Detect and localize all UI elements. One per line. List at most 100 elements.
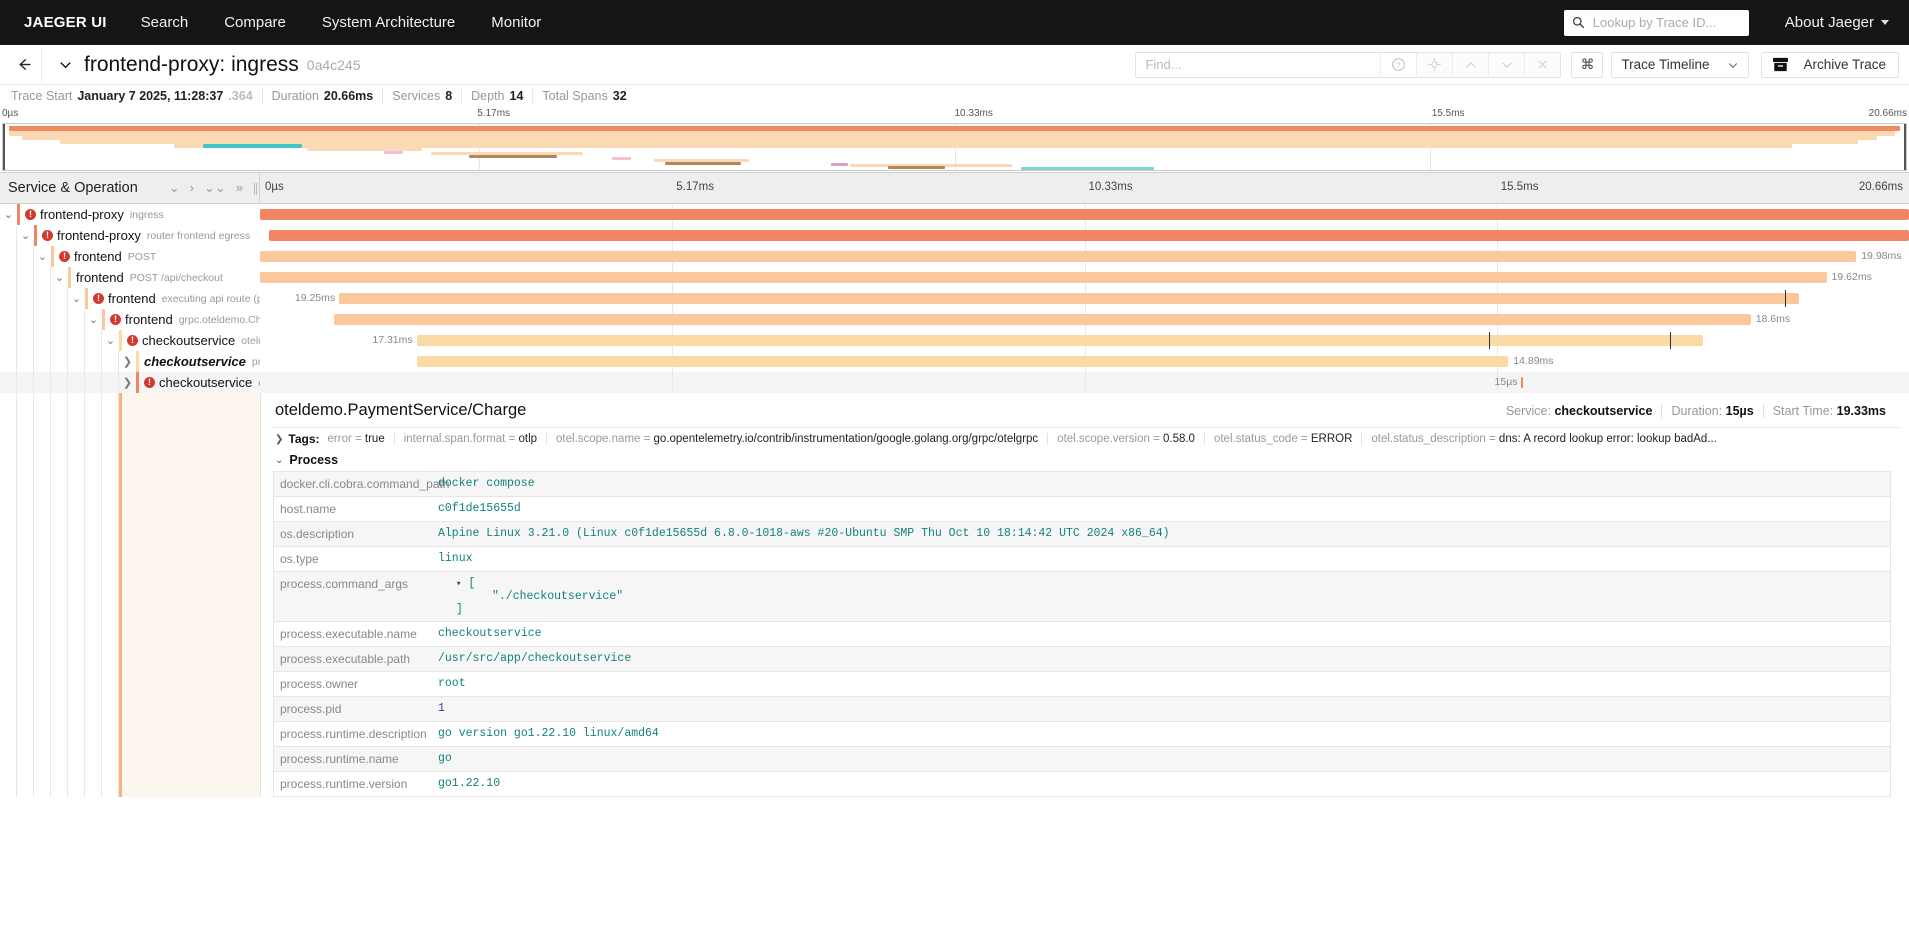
- span-row-timeline[interactable]: 17.31ms: [260, 330, 1909, 351]
- span-tags-row[interactable]: ❯ Tags: error = true internal.span.format…: [273, 428, 1899, 450]
- archive-trace-button[interactable]: Archive Trace: [1761, 51, 1899, 78]
- chevron-down-icon[interactable]: ⌄: [51, 271, 68, 284]
- error-icon: !: [127, 335, 138, 346]
- minimap-tick-label: 5.17ms: [477, 108, 511, 119]
- expand-collapse-controls: ⌄ › ⌄⌄ »: [169, 180, 259, 196]
- span-duration-bar[interactable]: [269, 230, 1909, 241]
- arrow-left-icon: [19, 58, 31, 71]
- span-tag-value: 0.58.0: [1162, 433, 1195, 445]
- span-tag: internal.span.format = otlp: [393, 433, 547, 445]
- chevron-down-icon: [59, 62, 71, 69]
- chevron-right-icon[interactable]: ❯: [119, 376, 136, 389]
- span-row-label[interactable]: ⌄! frontend-proxy router frontend egress: [0, 225, 260, 246]
- find-help-button[interactable]: ?: [1380, 52, 1417, 77]
- span-duration-bar[interactable]: [260, 251, 1857, 262]
- minimap-drag-handle-left[interactable]: [3, 124, 5, 170]
- chevron-right-icon[interactable]: ❯: [119, 355, 136, 368]
- span-row-timeline[interactable]: [260, 204, 1909, 225]
- span-duration-bar[interactable]: [416, 335, 1703, 346]
- chevron-right-icon[interactable]: ›: [190, 180, 194, 196]
- nav-link-compare[interactable]: Compare: [206, 14, 304, 31]
- span-tags-label: Tags:: [288, 432, 320, 446]
- chevron-down-icon[interactable]: ⌄: [169, 180, 180, 196]
- chevron-down-icon[interactable]: ⌄: [0, 208, 17, 221]
- trace-minimap[interactable]: 0µs 5.17ms 10.33ms 15.5ms 20.66ms: [0, 107, 1909, 172]
- span-detail-panel: oteldemo.PaymentService/Charge Service: …: [0, 393, 1909, 797]
- span-row[interactable]: ⌄! frontend grpc.oteldemo.Check… 18.6ms: [0, 309, 1909, 330]
- double-chevron-down-icon[interactable]: ⌄⌄: [204, 180, 226, 196]
- find-focus-button[interactable]: [1416, 52, 1453, 77]
- nav-link-search[interactable]: Search: [123, 14, 207, 31]
- span-duration-bar[interactable]: [260, 272, 1827, 283]
- span-row-label[interactable]: ⌄ frontend POST /api/checkout: [0, 267, 260, 288]
- span-row[interactable]: ⌄! frontend executing api route (page… 19.2…: [0, 288, 1909, 309]
- span-row[interactable]: ⌄! frontend POST 19.98ms: [0, 246, 1909, 267]
- span-duration-label: 19.25ms: [294, 292, 336, 304]
- span-row-label[interactable]: ⌄! frontend executing api route (page…: [0, 288, 260, 309]
- find-clear-button[interactable]: [1524, 52, 1561, 77]
- view-mode-select[interactable]: Trace Timeline: [1611, 51, 1750, 78]
- span-row-timeline[interactable]: 15µs: [260, 372, 1909, 393]
- span-row-timeline[interactable]: 14.89ms: [260, 351, 1909, 372]
- chevron-down-icon[interactable]: ⌄: [102, 334, 119, 347]
- span-operation-label: prep…: [251, 355, 260, 368]
- process-table-value: c0f1de15655d: [438, 502, 521, 515]
- nav-link-system-architecture[interactable]: System Architecture: [304, 14, 473, 31]
- indent-guide: [0, 267, 17, 288]
- find-next-button[interactable]: [1488, 52, 1525, 77]
- process-section-header[interactable]: ⌄ Process: [273, 450, 1899, 471]
- span-row[interactable]: ❯ checkoutservice prep… 14.89ms: [0, 351, 1909, 372]
- process-table-row: process.owner root: [274, 672, 1890, 697]
- span-row-label[interactable]: ⌄! checkoutservice otelde…: [0, 330, 260, 351]
- span-row-label[interactable]: ❯ checkoutservice prep…: [0, 351, 260, 372]
- find-input[interactable]: [1136, 52, 1381, 77]
- chevron-down-icon[interactable]: ⌄: [85, 313, 102, 326]
- find-previous-button[interactable]: [1452, 52, 1489, 77]
- span-row[interactable]: ⌄ frontend POST /api/checkout 19.62ms: [0, 267, 1909, 288]
- minimap-canvas[interactable]: [2, 123, 1907, 171]
- span-tag-key: otel.status_code: [1213, 433, 1298, 445]
- span-row-timeline[interactable]: 18.6ms: [260, 309, 1909, 330]
- indent-guide: [0, 393, 17, 797]
- span-row[interactable]: ⌄! frontend-proxy ingress: [0, 204, 1909, 225]
- span-row-timeline[interactable]: [260, 225, 1909, 246]
- span-row[interactable]: ⌄! checkoutservice otelde… 17.31ms: [0, 330, 1909, 351]
- indent-guide: [0, 372, 17, 393]
- span-row-timeline[interactable]: 19.98ms: [260, 246, 1909, 267]
- jaeger-brand-link[interactable]: JAEGER UI: [14, 14, 123, 31]
- span-row-timeline[interactable]: 19.62ms: [260, 267, 1909, 288]
- span-row[interactable]: ⌄! frontend-proxy router frontend egress: [0, 225, 1909, 246]
- indent-guide: [51, 288, 68, 309]
- trace-lookup-box[interactable]: [1563, 9, 1749, 36]
- chevron-down-icon[interactable]: ⌄: [17, 229, 34, 242]
- trace-lookup-input[interactable]: [1590, 14, 1741, 31]
- span-duration-meta: Duration: 15µs: [1661, 404, 1762, 418]
- span-tag-value: ERROR: [1310, 433, 1353, 445]
- column-resize-handle[interactable]: [254, 183, 257, 195]
- span-duration-bar[interactable]: [1521, 377, 1524, 388]
- nav-link-monitor[interactable]: Monitor: [473, 14, 559, 31]
- span-row-timeline[interactable]: 19.25ms: [260, 288, 1909, 309]
- span-row-label[interactable]: ⌄! frontend-proxy ingress: [0, 204, 260, 225]
- minimap-drag-handle-right[interactable]: [1904, 124, 1906, 170]
- chevron-down-icon[interactable]: ⌄: [68, 292, 85, 305]
- error-icon: !: [144, 377, 155, 388]
- span-duration-bar[interactable]: [334, 314, 1751, 325]
- span-detail-body: oteldemo.PaymentService/Charge Service: …: [260, 393, 1909, 797]
- double-chevron-right-icon[interactable]: »: [236, 180, 243, 196]
- process-table-value-json[interactable]: ▾ ["./checkoutservice"]: [432, 572, 629, 621]
- span-row-label[interactable]: ⌄! frontend grpc.oteldemo.Check…: [0, 309, 260, 330]
- span-color-bar: [136, 372, 139, 393]
- span-row-label[interactable]: ❯!checkoutserviceot…: [0, 372, 260, 393]
- keyboard-shortcuts-button[interactable]: ⌘: [1571, 51, 1604, 78]
- back-button[interactable]: [8, 47, 42, 82]
- span-duration-bar[interactable]: [416, 356, 1509, 367]
- span-duration-bar[interactable]: [260, 209, 1909, 220]
- span-duration-bar[interactable]: [339, 293, 1799, 304]
- trace-details-toggle[interactable]: [52, 57, 78, 72]
- span-row-label[interactable]: ⌄! frontend POST: [0, 246, 260, 267]
- about-jaeger-menu[interactable]: About Jaeger: [1785, 14, 1889, 31]
- chevron-up-icon: [1466, 61, 1476, 68]
- span-row[interactable]: ❯!checkoutserviceot…15µs: [0, 372, 1909, 393]
- chevron-down-icon[interactable]: ⌄: [34, 250, 51, 263]
